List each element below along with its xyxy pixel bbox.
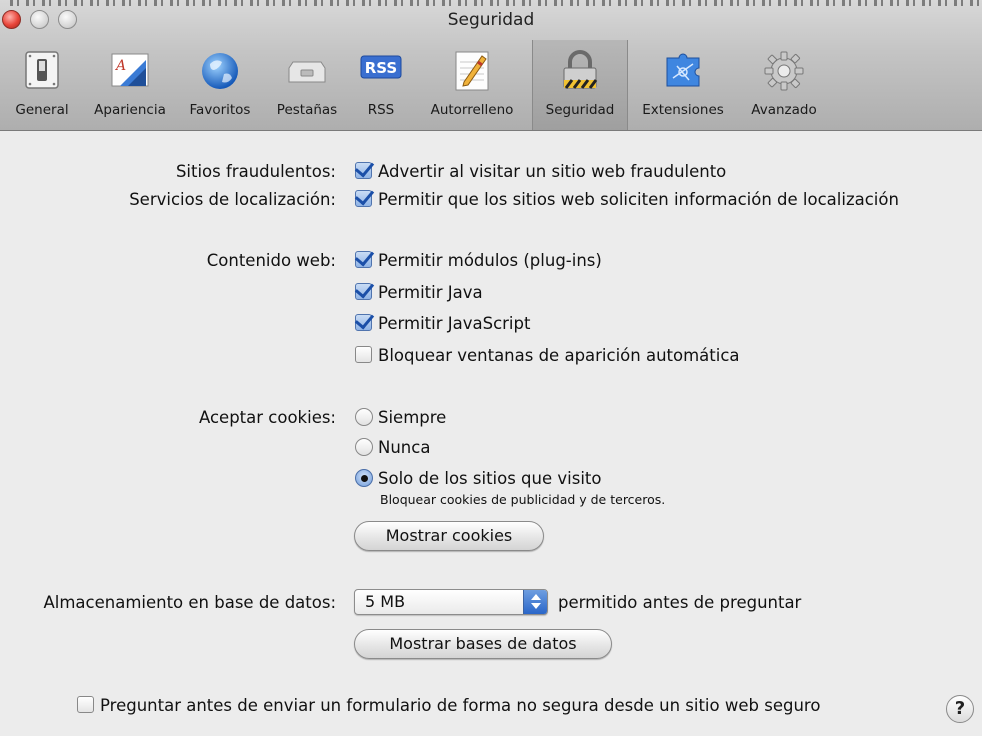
insecure-form-text: Preguntar antes de enviar un formulario … (100, 696, 821, 715)
globe-icon (202, 53, 238, 89)
toolbar-label-autorrelleno: Autorrelleno (430, 102, 514, 118)
plugins-option-text: Permitir módulos (plug-ins) (378, 251, 602, 270)
location-option-text: Permitir que los sitios web soliciten in… (378, 190, 899, 209)
java-option[interactable]: Permitir Java (355, 281, 483, 305)
fraud-label: Sitios fraudulentos: (175, 162, 336, 181)
cookies-never-radio[interactable] (355, 438, 373, 456)
cookies-visited-option[interactable]: Solo de los sitios que visito (355, 467, 601, 491)
insecure-form-checkbox[interactable] (77, 696, 94, 713)
toolbar-label-extensiones: Extensiones (642, 102, 724, 118)
cookies-always-text: Siempre (378, 408, 447, 427)
database-size-value: 5 MB (365, 592, 406, 611)
java-checkbox[interactable] (355, 283, 372, 300)
location-checkbox[interactable] (355, 190, 372, 207)
toolbar-label-favoritos: Favoritos (189, 102, 251, 118)
toolbar-item-pestanas[interactable]: Pestañas (264, 40, 350, 130)
help-button[interactable]: ? (946, 695, 974, 723)
javascript-option[interactable]: Permitir JavaScript (355, 312, 530, 336)
cookies-always-radio[interactable] (355, 408, 373, 426)
lock-icon (563, 50, 598, 89)
insecure-form-option[interactable]: Preguntar antes de enviar un formulario … (77, 694, 820, 718)
java-option-text: Permitir Java (378, 283, 483, 302)
toolbar-label-seguridad: Seguridad (545, 102, 615, 118)
font-icon: A (111, 53, 149, 87)
toolbar-label-avanzado: Avanzado (751, 102, 817, 118)
show-cookies-button[interactable]: Mostrar cookies (354, 521, 544, 551)
puzzle-icon (666, 53, 700, 87)
toolbar-label-pestanas: Pestañas (276, 102, 338, 118)
fraud-option-text: Advertir al visitar un sitio web fraudul… (378, 162, 727, 181)
cookies-label: Aceptar cookies: (198, 408, 336, 427)
title-bar-texture (10, 0, 980, 6)
toolbar-item-extensiones[interactable]: Extensiones (628, 40, 738, 130)
database-suffix: permitido antes de preguntar (558, 593, 802, 612)
toolbar-item-apariencia[interactable]: A Apariencia (84, 40, 176, 130)
cookies-never-text: Nunca (378, 438, 431, 457)
plugins-option[interactable]: Permitir módulos (plug-ins) (355, 249, 602, 273)
database-label: Almacenamiento en base de datos: (43, 593, 336, 612)
window-title: Seguridad (447, 10, 535, 30)
tabs-icon (288, 61, 326, 83)
title-bar: Seguridad General A Apariencia Favoritos… (0, 0, 982, 131)
toolbar-item-avanzado[interactable]: Avanzado (738, 40, 830, 130)
toolbar-item-rss[interactable]: RSS RSS (350, 40, 412, 130)
fraud-checkbox[interactable] (355, 162, 372, 179)
database-size-select[interactable]: 5 MB (354, 589, 548, 615)
toolbar-label-general: General (15, 102, 69, 118)
cookies-never-option[interactable]: Nunca (355, 436, 430, 460)
web-content-label: Contenido web: (206, 251, 336, 270)
popup-block-checkbox[interactable] (355, 346, 372, 363)
toolbar-item-favoritos[interactable]: Favoritos (176, 40, 264, 130)
rss-icon: RSS (360, 55, 402, 79)
popup-block-option-text: Bloquear ventanas de aparición automátic… (378, 346, 740, 365)
show-databases-button[interactable]: Mostrar bases de datos (354, 629, 612, 659)
switch-icon (25, 51, 59, 89)
toolbar-label-apariencia: Apariencia (94, 102, 166, 118)
popup-block-option[interactable]: Bloquear ventanas de aparición automátic… (355, 344, 740, 368)
toolbar-label-rss: RSS (367, 102, 395, 118)
cookies-visited-radio[interactable] (355, 469, 373, 487)
pencil-icon (455, 51, 489, 91)
location-option[interactable]: Permitir que los sitios web soliciten in… (355, 188, 899, 212)
fraud-option[interactable]: Advertir al visitar un sitio web fraudul… (355, 160, 726, 184)
javascript-option-text: Permitir JavaScript (378, 314, 531, 333)
gear-icon (764, 51, 804, 91)
toolbar-item-autorrelleno[interactable]: Autorrelleno (412, 40, 532, 130)
cookies-note: Bloquear cookies de publicidad y de terc… (380, 492, 666, 507)
toolbar-item-general[interactable]: General (0, 40, 84, 130)
svg-text:RSS: RSS (365, 59, 397, 77)
cookies-visited-text: Solo de los sitios que visito (378, 469, 602, 488)
svg-text:A: A (114, 58, 126, 74)
plugins-checkbox[interactable] (355, 251, 372, 268)
location-label: Servicios de localización: (129, 190, 336, 209)
toolbar-item-seguridad[interactable]: Seguridad (532, 40, 628, 130)
cookies-always-option[interactable]: Siempre (355, 406, 446, 430)
javascript-checkbox[interactable] (355, 314, 372, 331)
select-arrows-icon (523, 590, 547, 614)
preferences-toolbar: General A Apariencia Favoritos Pestañas … (0, 40, 982, 130)
